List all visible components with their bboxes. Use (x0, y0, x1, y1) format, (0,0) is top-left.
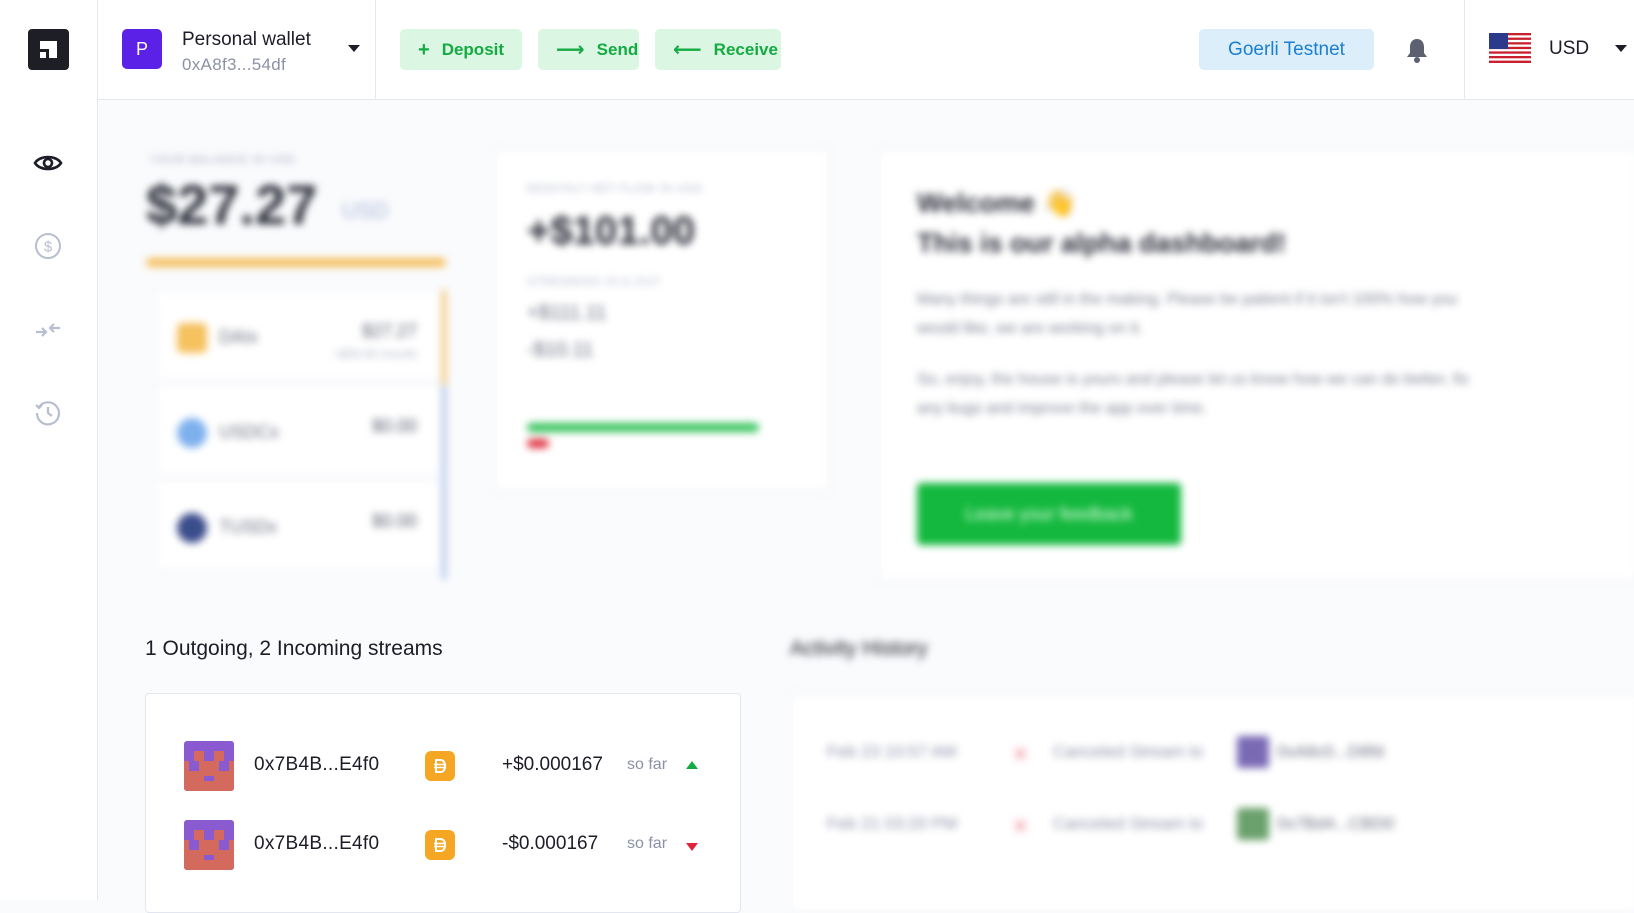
incoming-flow: +$111.11 (527, 302, 607, 324)
wallet-address: 0xA8f3...54df (182, 55, 287, 74)
stream-row[interactable]: 0x7B4B...E4f0 +$0.000167 so far (184, 741, 714, 791)
welcome-title: Welcome 👋 (917, 188, 1077, 218)
arrow-up-icon (686, 761, 698, 769)
net-flow-label: MONTHLY NET FLOW IN USD (527, 183, 703, 195)
token-row[interactable]: USDCx $0.00 (156, 385, 440, 475)
history-icon[interactable] (31, 396, 65, 430)
stream-address: 0x7B4B...E4f0 (254, 833, 380, 854)
top-bar: P Personal wallet 0xA8f3...54df + Deposi… (98, 0, 1634, 100)
activity-address: 0x7Bd4...CBD0 (1277, 814, 1395, 833)
balance-bar (146, 258, 446, 267)
svg-text:$: $ (44, 239, 53, 256)
welcome-paragraph: Many things are still in the making. Ple… (917, 291, 1458, 337)
balance-panel: YOUR BALANCE IN USD $27.27 USD DAIx $27.… (146, 150, 476, 590)
receive-button[interactable]: ⟵ Receive (655, 29, 781, 70)
stream-amount: +$0.000167 (502, 754, 603, 775)
bell-icon[interactable] (1402, 34, 1432, 66)
currency-selector[interactable]: USD (1464, 0, 1634, 100)
net-flow-card: MONTHLY NET FLOW IN USD +$101.00 STREAMI… (494, 148, 830, 492)
avatar (1237, 736, 1269, 768)
deposit-button[interactable]: + Deposit (400, 29, 522, 70)
activity-date: Feb 21 03:20 PM (827, 814, 958, 833)
us-flag-icon (1489, 33, 1531, 63)
welcome-subtitle: This is our alpha dashboard! (917, 228, 1287, 258)
dai-icon (177, 323, 207, 353)
activity-address: 0xA8c0...D8fd (1277, 742, 1384, 761)
dai-icon (425, 830, 455, 860)
welcome-card: Welcome 👋 This is our alpha dashboard! M… (878, 148, 1634, 582)
send-button[interactable]: ⟶ Send (538, 29, 639, 70)
chevron-down-icon[interactable] (1615, 45, 1627, 52)
plus-icon: + (418, 38, 430, 61)
stream-row[interactable]: 0x7B4B...E4f0 -$0.000167 so far (184, 820, 714, 870)
dai-icon (425, 751, 455, 781)
arrow-left-icon: ⟵ (673, 38, 702, 61)
cancel-icon: ✕ (1012, 816, 1029, 838)
token-sub: +$00.00 /month (333, 347, 417, 361)
receive-label: Receive (713, 39, 778, 59)
activity-card: Feb 23 10:57 AM ✕ Canceled Stream to 0xA… (790, 693, 1634, 913)
usdc-icon (177, 418, 207, 448)
activity-title: Activity History (790, 637, 928, 660)
activity-date: Feb 23 10:57 AM (827, 742, 957, 761)
token-name: TUSDx (219, 517, 277, 537)
currency-label: USD (1549, 38, 1590, 59)
outgoing-flow: -$10.11 (527, 339, 594, 361)
wallet-avatar: P (122, 29, 162, 69)
balance-unit: USD (342, 198, 389, 223)
dollar-icon[interactable]: $ (31, 229, 65, 263)
streams-card: 0x7B4B...E4f0 +$0.000167 so far 0x7B4B..… (145, 693, 741, 913)
so-far-label: so far (627, 756, 668, 773)
avatar (1237, 808, 1269, 840)
feedback-button[interactable]: Leave your feedback (917, 483, 1181, 545)
token-value: $0.00 (371, 416, 417, 436)
chevron-down-icon[interactable] (348, 45, 360, 52)
token-name: DAIx (219, 327, 259, 347)
net-flow-amount: +$101.00 (527, 209, 695, 253)
stream-address: 0x7B4B...E4f0 (254, 754, 380, 775)
stream-amount: -$0.000167 (502, 833, 599, 854)
activity-text: Canceled Stream to (1053, 742, 1204, 761)
outgoing-bar (527, 439, 549, 448)
wallet-name: Personal wallet (182, 29, 311, 50)
token-name: USDCx (219, 422, 280, 442)
welcome-paragraph: So, enjoy, the house is yours and please… (917, 371, 1470, 417)
streams-title: 1 Outgoing, 2 Incoming streams (145, 637, 443, 660)
send-label: Send (596, 39, 639, 59)
so-far-label: so far (627, 835, 668, 852)
token-row[interactable]: DAIx $27.27 +$00.00 /month (156, 290, 440, 380)
arrow-right-icon: ⟶ (556, 38, 585, 61)
streams-in-out-label: STREAMING IN & OUT (527, 276, 662, 288)
network-badge[interactable]: Goerli Testnet (1199, 29, 1374, 70)
eye-icon[interactable] (31, 146, 65, 180)
transfer-icon[interactable] (31, 313, 65, 347)
token-value: $27.27 (361, 321, 417, 341)
balance-amount: $27.27 (146, 173, 318, 236)
activity-text: Canceled Stream to (1053, 814, 1204, 833)
token-scroll-track[interactable] (442, 290, 446, 580)
cancel-icon: ✕ (1012, 744, 1029, 766)
token-row[interactable]: TUSDx $0.00 (156, 480, 440, 570)
activity-row[interactable]: Feb 21 03:20 PM ✕ Canceled Stream to 0x7… (827, 808, 1394, 840)
avatar (184, 741, 234, 791)
incoming-bar (527, 423, 759, 432)
deposit-label: Deposit (441, 39, 505, 59)
sidebar: $ (0, 0, 98, 900)
arrow-down-icon (686, 843, 698, 851)
token-value: $0.00 (371, 511, 417, 531)
avatar (184, 820, 234, 870)
logo-icon[interactable] (28, 29, 69, 70)
balance-label: YOUR BALANCE IN USD (150, 154, 296, 166)
activity-row[interactable]: Feb 23 10:57 AM ✕ Canceled Stream to 0xA… (827, 736, 1384, 768)
wallet-selector[interactable]: P Personal wallet 0xA8f3...54df (98, 0, 376, 100)
tusd-icon (177, 513, 207, 543)
